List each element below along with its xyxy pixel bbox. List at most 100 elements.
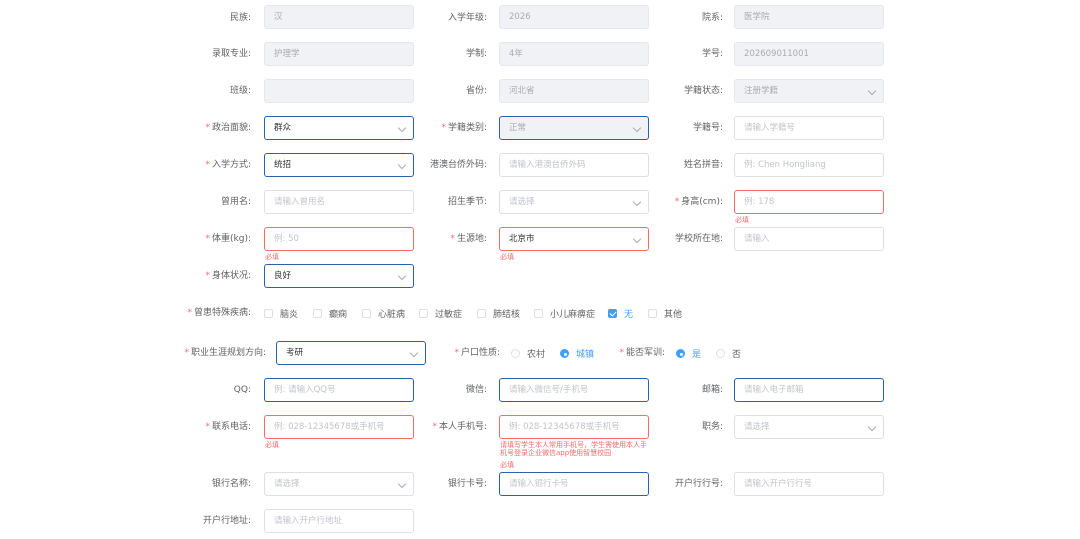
bank-card-input[interactable]: 请输入银行卡号 [499, 472, 649, 496]
radio-circle [716, 349, 725, 358]
former-name-input[interactable]: 请输入曾用名 [264, 190, 414, 214]
bank-branch-addr-input[interactable]: 请输入开户行地址 [264, 509, 414, 533]
enroll-grade-field: 2026 [499, 5, 649, 29]
qq-input[interactable]: 例: 请输入QQ号 [264, 378, 414, 402]
disease-checkbox-polio[interactable]: 小儿麻痹症 [534, 307, 595, 320]
major-label: 录取专业: [211, 49, 251, 59]
status-type-label: * 学籍类别: [441, 123, 487, 133]
chevron-down-icon [397, 271, 407, 281]
bank-branch-addr-label: 开户行地址: [202, 516, 251, 526]
radio-selected-icon [560, 349, 569, 358]
health-label: * 身体状况: [205, 271, 251, 281]
radio-selected-icon [676, 349, 685, 358]
chevron-down-icon [632, 197, 642, 207]
pinyin-input[interactable]: 例: Chen Hongliang [734, 153, 884, 177]
weight-input[interactable]: 例: 50 [264, 227, 414, 251]
disease-checkbox-other[interactable]: 其他 [648, 307, 682, 320]
military-radio-yes[interactable]: 是 [676, 347, 701, 360]
height-label: * 身高(cm): [674, 197, 723, 207]
department-label: 院系: [701, 13, 723, 23]
checkbox-box [362, 309, 371, 318]
hkmt-code-label: 港澳台侨外码: [429, 160, 487, 170]
radio-circle [511, 349, 520, 358]
hukou-radio-rural[interactable]: 农村 [511, 347, 545, 360]
chevron-down-icon [867, 86, 877, 96]
disease-checkbox-heart[interactable]: 心脏病 [362, 307, 405, 320]
origin-error: 必填 [500, 253, 514, 261]
hkmt-code-input[interactable]: 请输入港澳台侨外码 [499, 153, 649, 177]
checkbox-box [534, 309, 543, 318]
disease-checkbox-allergy[interactable]: 过敏症 [419, 307, 462, 320]
class-field [264, 79, 414, 103]
qq-label: QQ: [233, 385, 251, 395]
health-select[interactable]: 良好 [264, 264, 414, 288]
former-name-label: 曾用名: [220, 197, 251, 207]
checkbox-box [648, 309, 657, 318]
height-input[interactable]: 例: 178 [734, 190, 884, 214]
own-phone-input[interactable]: 例: 028-12345678或手机号 [499, 415, 649, 439]
disease-checkbox-tuberculosis[interactable]: 肺结核 [477, 307, 520, 320]
position-select[interactable]: 请选择 [734, 415, 884, 439]
season-select[interactable]: 请选择 [499, 190, 649, 214]
status-state-label: 学籍状态: [683, 86, 723, 96]
bank-name-select[interactable]: 请选择 [264, 472, 414, 496]
pinyin-label: 姓名拼音: [683, 160, 723, 170]
admission-mode-select[interactable]: 统招 [264, 153, 414, 177]
chevron-down-icon [632, 123, 642, 133]
chevron-down-icon [397, 160, 407, 170]
class-label: 班级: [229, 86, 251, 96]
contact-phone-label: * 联系电话: [205, 422, 251, 432]
bank-card-label: 银行卡号: [447, 479, 487, 489]
school-location-input[interactable]: 请输入 [734, 227, 884, 251]
ethnicity-field: 汉 [264, 5, 414, 29]
email-input[interactable]: 请输入电子邮箱 [734, 378, 884, 402]
military-radio-no[interactable]: 否 [716, 347, 741, 360]
hukou-radio-urban[interactable]: 城镇 [560, 347, 594, 360]
status-no-input[interactable]: 请输入学籍号 [734, 116, 884, 140]
department-field: 医学院 [734, 5, 884, 29]
position-label: 职务: [701, 422, 723, 432]
own-phone-label: * 本人手机号: [432, 422, 487, 432]
chevron-down-icon [397, 479, 407, 489]
email-label: 邮箱: [701, 385, 723, 395]
status-type-select[interactable]: 正常 [499, 116, 649, 140]
own-phone-hint: 请填写学生本人常用手机号，学生需使用本人手机号登录企业微信app使用智慧校园 [500, 441, 647, 457]
disease-checkbox-encephalitis[interactable]: 脑炎 [264, 307, 298, 320]
status-no-label: 学籍号: [692, 123, 723, 133]
disease-checkbox-none[interactable]: 无 [608, 307, 633, 320]
chevron-down-icon [409, 348, 419, 358]
origin-label: * 生源地: [450, 234, 487, 244]
checkbox-box [264, 309, 273, 318]
wechat-input[interactable]: 请输入微信号/手机号 [499, 378, 649, 402]
checkbox-checked-icon [608, 309, 617, 318]
own-phone-error: 必填 [500, 461, 514, 469]
province-label: 省份: [465, 86, 487, 96]
province-field: 河北省 [499, 79, 649, 103]
checkbox-box [477, 309, 486, 318]
weight-label: * 体重(kg): [205, 234, 251, 244]
chevron-down-icon [867, 422, 877, 432]
major-field: 护理学 [264, 42, 414, 66]
student-no-field: 202609011001 [734, 42, 884, 66]
bank-name-label: 银行名称: [211, 479, 251, 489]
disease-checkbox-epilepsy[interactable]: 癫痫 [313, 307, 347, 320]
hukou-label: * 户口性质: [454, 348, 500, 358]
height-error: 必填 [735, 216, 749, 224]
admission-mode-label: * 入学方式: [205, 160, 251, 170]
school-location-label: 学校所在地: [674, 234, 723, 244]
military-label: * 能否军训: [619, 348, 665, 358]
bank-branch-no-input[interactable]: 请输入开户行行号 [734, 472, 884, 496]
political-select[interactable]: 群众 [264, 116, 414, 140]
career-label: * 职业生涯规划方向: [184, 348, 266, 358]
contact-phone-error: 必填 [265, 441, 279, 449]
contact-phone-input[interactable]: 例: 028-12345678或手机号 [264, 415, 414, 439]
origin-select[interactable]: 北京市 [499, 227, 649, 251]
career-select[interactable]: 考研 [276, 341, 426, 365]
student-no-label: 学号: [701, 49, 723, 59]
season-label: 招生季节: [447, 197, 487, 207]
ethnicity-label: 民族: [229, 13, 251, 23]
wechat-label: 微信: [465, 385, 487, 395]
political-label: * 政治面貌: [205, 123, 251, 133]
diseases-label: * 曾患特殊疾病: [187, 308, 251, 318]
weight-error: 必填 [265, 253, 279, 261]
